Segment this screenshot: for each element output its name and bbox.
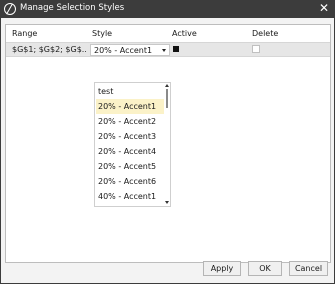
styles-grid: Range Style Active Delete $G$1; $G$2; $G… — [5, 24, 331, 263]
title-bar: Manage Selection Styles ✕ — [0, 0, 335, 18]
scroll-down-arrow-icon[interactable] — [165, 201, 169, 204]
style-dropdown-list: test 20% - Accent1 20% - Accent2 20% - A… — [94, 82, 171, 207]
style-dropdown[interactable]: 20% - Accent1 — [90, 44, 170, 56]
scroll-up-arrow-icon[interactable] — [165, 84, 169, 87]
active-checkbox[interactable] — [173, 46, 179, 52]
ok-button[interactable]: OK — [248, 261, 282, 276]
grid-header: Range Style Active Delete — [6, 25, 330, 42]
dialog-title: Manage Selection Styles — [20, 3, 125, 13]
column-header-active[interactable]: Active — [172, 29, 197, 38]
apply-button[interactable]: Apply — [203, 261, 241, 276]
dropdown-option-selected[interactable]: 20% - Accent1 — [96, 99, 164, 114]
manage-selection-styles-dialog: Manage Selection Styles ✕ Range Style Ac… — [0, 0, 335, 284]
delete-checkbox[interactable] — [252, 45, 260, 53]
chevron-down-icon[interactable] — [162, 49, 166, 52]
style-dropdown-value: 20% - Accent1 — [94, 46, 153, 55]
scrollbar-thumb[interactable] — [166, 89, 168, 108]
dropdown-option[interactable]: 20% - Accent6 — [96, 174, 164, 189]
dropdown-option[interactable]: 20% - Accent3 — [96, 129, 164, 144]
dropdown-option[interactable]: 20% - Accent2 — [96, 114, 164, 129]
close-icon[interactable]: ✕ — [317, 1, 331, 16]
column-header-style[interactable]: Style — [92, 29, 112, 38]
dropdown-options: test 20% - Accent1 20% - Accent2 20% - A… — [95, 83, 165, 206]
table-row[interactable]: $G$1; $G$2; $G$... 20% - Accent1 — [6, 42, 330, 57]
dropdown-option[interactable]: test — [96, 84, 164, 99]
dropdown-option[interactable]: 20% - Accent4 — [96, 144, 164, 159]
dropdown-option[interactable]: 40% - Accent1 — [96, 189, 164, 204]
cancel-button[interactable]: Cancel — [289, 261, 328, 276]
dialog-body: Range Style Active Delete $G$1; $G$2; $G… — [1, 18, 334, 283]
app-logo-icon — [4, 3, 16, 15]
column-header-delete[interactable]: Delete — [252, 29, 278, 38]
dropdown-scrollbar[interactable] — [164, 83, 170, 206]
dropdown-option[interactable]: 20% - Accent5 — [96, 159, 164, 174]
column-header-range[interactable]: Range — [12, 29, 37, 38]
range-cell[interactable]: $G$1; $G$2; $G$... — [12, 45, 86, 54]
